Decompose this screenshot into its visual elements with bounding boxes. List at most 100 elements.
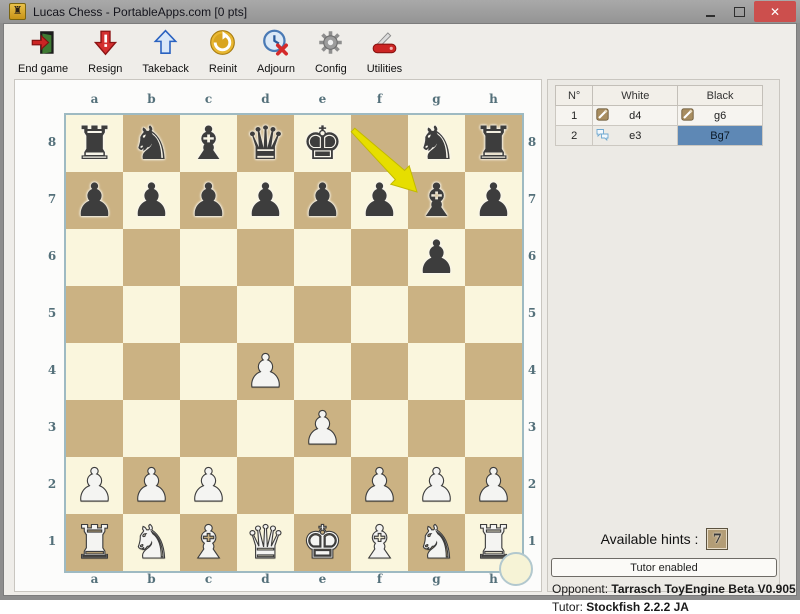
square-f3[interactable] xyxy=(351,400,408,457)
square-b7[interactable]: ♟ xyxy=(123,172,180,229)
square-d3[interactable] xyxy=(237,400,294,457)
square-e5[interactable] xyxy=(294,286,351,343)
square-e6[interactable] xyxy=(294,229,351,286)
square-a8[interactable]: ♜ xyxy=(66,115,123,172)
square-c6[interactable] xyxy=(180,229,237,286)
move-cell-white-1[interactable]: d4 xyxy=(593,106,678,126)
takeback-button[interactable]: Takeback xyxy=(138,28,192,76)
square-f5[interactable] xyxy=(351,286,408,343)
square-d2[interactable] xyxy=(237,457,294,514)
black-bishop-g7[interactable]: ♝ xyxy=(408,172,465,229)
square-d7[interactable]: ♟ xyxy=(237,172,294,229)
square-c4[interactable] xyxy=(180,343,237,400)
square-h8[interactable]: ♜ xyxy=(465,115,522,172)
minimize-button[interactable] xyxy=(696,1,725,22)
square-g4[interactable] xyxy=(408,343,465,400)
white-pawn-e3[interactable]: ♟ xyxy=(294,400,351,457)
white-pawn-a2[interactable]: ♟ xyxy=(66,457,123,514)
square-d8[interactable]: ♛ xyxy=(237,115,294,172)
move-row-1[interactable]: 1d4g6 xyxy=(556,106,763,126)
square-g7[interactable]: ♝ xyxy=(408,172,465,229)
square-d1[interactable]: ♛ xyxy=(237,514,294,571)
square-a2[interactable]: ♟ xyxy=(66,457,123,514)
square-h4[interactable] xyxy=(465,343,522,400)
black-rook-h8[interactable]: ♜ xyxy=(465,115,522,172)
white-pawn-c2[interactable]: ♟ xyxy=(180,457,237,514)
black-king-e8[interactable]: ♚ xyxy=(294,115,351,172)
square-g1[interactable]: ♞ xyxy=(408,514,465,571)
square-c8[interactable]: ♝ xyxy=(180,115,237,172)
square-f7[interactable]: ♟ xyxy=(351,172,408,229)
black-pawn-h7[interactable]: ♟ xyxy=(465,172,522,229)
square-b1[interactable]: ♞ xyxy=(123,514,180,571)
square-d5[interactable] xyxy=(237,286,294,343)
square-g8[interactable]: ♞ xyxy=(408,115,465,172)
square-b4[interactable] xyxy=(123,343,180,400)
adjourn-button[interactable]: Adjourn xyxy=(253,28,299,76)
square-c1[interactable]: ♝ xyxy=(180,514,237,571)
square-a4[interactable] xyxy=(66,343,123,400)
tutor-enabled-button[interactable]: Tutor enabled xyxy=(551,558,777,577)
move-cell-black-1[interactable]: g6 xyxy=(678,106,763,126)
square-h7[interactable]: ♟ xyxy=(465,172,522,229)
square-a1[interactable]: ♜ xyxy=(66,514,123,571)
end-game-button[interactable]: End game xyxy=(14,28,72,76)
white-knight-b1[interactable]: ♞ xyxy=(123,514,180,571)
square-e4[interactable] xyxy=(294,343,351,400)
moves-table[interactable]: N°WhiteBlack1d4g62e3Bg7 xyxy=(555,85,763,146)
white-bishop-f1[interactable]: ♝ xyxy=(351,514,408,571)
black-bishop-c8[interactable]: ♝ xyxy=(180,115,237,172)
move-row-2[interactable]: 2e3Bg7 xyxy=(556,126,763,146)
square-h2[interactable]: ♟ xyxy=(465,457,522,514)
white-pawn-b2[interactable]: ♟ xyxy=(123,457,180,514)
square-h3[interactable] xyxy=(465,400,522,457)
square-b5[interactable] xyxy=(123,286,180,343)
black-pawn-g6[interactable]: ♟ xyxy=(408,229,465,286)
square-c2[interactable]: ♟ xyxy=(180,457,237,514)
square-b8[interactable]: ♞ xyxy=(123,115,180,172)
black-pawn-b7[interactable]: ♟ xyxy=(123,172,180,229)
square-f6[interactable] xyxy=(351,229,408,286)
move-cell-white-2[interactable]: e3 xyxy=(593,126,678,146)
maximize-button[interactable] xyxy=(725,1,754,22)
square-h6[interactable] xyxy=(465,229,522,286)
square-g5[interactable] xyxy=(408,286,465,343)
chess-board[interactable]: ♜♞♝♛♚♞♜♟♟♟♟♟♟♝♟♟♟♟♟♟♟♟♟♟♜♞♝♛♚♝♞♜ xyxy=(64,113,524,573)
close-button[interactable]: ✕ xyxy=(754,1,796,22)
black-knight-b8[interactable]: ♞ xyxy=(123,115,180,172)
square-a3[interactable] xyxy=(66,400,123,457)
black-pawn-c7[interactable]: ♟ xyxy=(180,172,237,229)
square-g3[interactable] xyxy=(408,400,465,457)
black-pawn-d7[interactable]: ♟ xyxy=(237,172,294,229)
square-e2[interactable] xyxy=(294,457,351,514)
white-pawn-d4[interactable]: ♟ xyxy=(237,343,294,400)
square-g6[interactable]: ♟ xyxy=(408,229,465,286)
black-knight-g8[interactable]: ♞ xyxy=(408,115,465,172)
square-b2[interactable]: ♟ xyxy=(123,457,180,514)
square-a7[interactable]: ♟ xyxy=(66,172,123,229)
square-e3[interactable]: ♟ xyxy=(294,400,351,457)
black-rook-a8[interactable]: ♜ xyxy=(66,115,123,172)
square-c7[interactable]: ♟ xyxy=(180,172,237,229)
square-f2[interactable]: ♟ xyxy=(351,457,408,514)
white-king-e1[interactable]: ♚ xyxy=(294,514,351,571)
resign-button[interactable]: Resign xyxy=(84,28,126,76)
black-pawn-e7[interactable]: ♟ xyxy=(294,172,351,229)
square-b3[interactable] xyxy=(123,400,180,457)
white-bishop-c1[interactable]: ♝ xyxy=(180,514,237,571)
square-c5[interactable] xyxy=(180,286,237,343)
square-e7[interactable]: ♟ xyxy=(294,172,351,229)
square-g2[interactable]: ♟ xyxy=(408,457,465,514)
config-button[interactable]: Config xyxy=(311,28,351,76)
square-f4[interactable] xyxy=(351,343,408,400)
black-pawn-a7[interactable]: ♟ xyxy=(66,172,123,229)
white-queen-d1[interactable]: ♛ xyxy=(237,514,294,571)
square-e8[interactable]: ♚ xyxy=(294,115,351,172)
square-c3[interactable] xyxy=(180,400,237,457)
utilities-button[interactable]: Utilities xyxy=(363,28,406,76)
square-d4[interactable]: ♟ xyxy=(237,343,294,400)
square-a5[interactable] xyxy=(66,286,123,343)
square-d6[interactable] xyxy=(237,229,294,286)
square-f1[interactable]: ♝ xyxy=(351,514,408,571)
white-pawn-f2[interactable]: ♟ xyxy=(351,457,408,514)
